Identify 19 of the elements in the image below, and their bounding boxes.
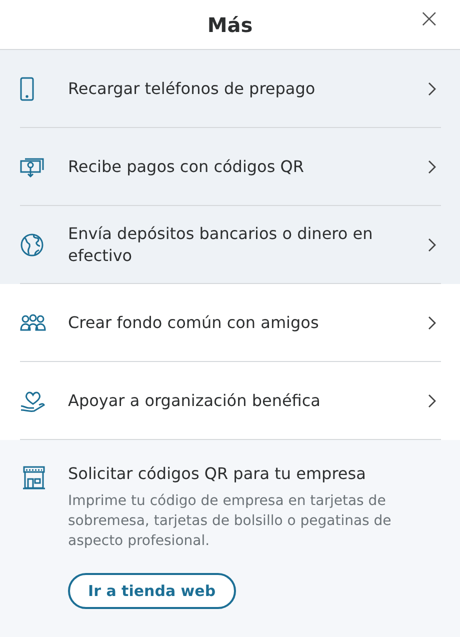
chevron-right-icon xyxy=(428,238,436,252)
window-title: Más xyxy=(207,12,253,36)
menu-item[interactable]: Envía depósitos bancarios o dinero en efectivo xyxy=(0,206,460,284)
promo-title: Solicitar códigos QR para tu empresa xyxy=(68,464,366,483)
chevron-right-icon xyxy=(428,82,436,96)
menu-item[interactable]: Recargar teléfonos de prepago xyxy=(0,50,460,128)
store-icon xyxy=(22,466,46,490)
web-store-button[interactable]: Ir a tienda web xyxy=(68,573,236,609)
chevron-right-icon xyxy=(428,394,436,408)
group-icon xyxy=(20,314,46,332)
qr-payment-icon xyxy=(20,156,46,178)
phone-icon xyxy=(20,77,34,101)
heart-hand-icon xyxy=(20,389,46,413)
globe-icon xyxy=(20,233,44,257)
chevron-right-icon xyxy=(428,160,436,174)
close-button[interactable]: × xyxy=(414,6,444,32)
promo-description: Imprime tu código de empresa en tarjetas de sobremesa, tarjetas de bolsillo o pegatinas de aspecto profesional. xyxy=(68,492,392,551)
chevron-right-icon xyxy=(428,316,436,330)
menu-item[interactable]: Recibe pagos con códigos QR xyxy=(0,128,460,206)
